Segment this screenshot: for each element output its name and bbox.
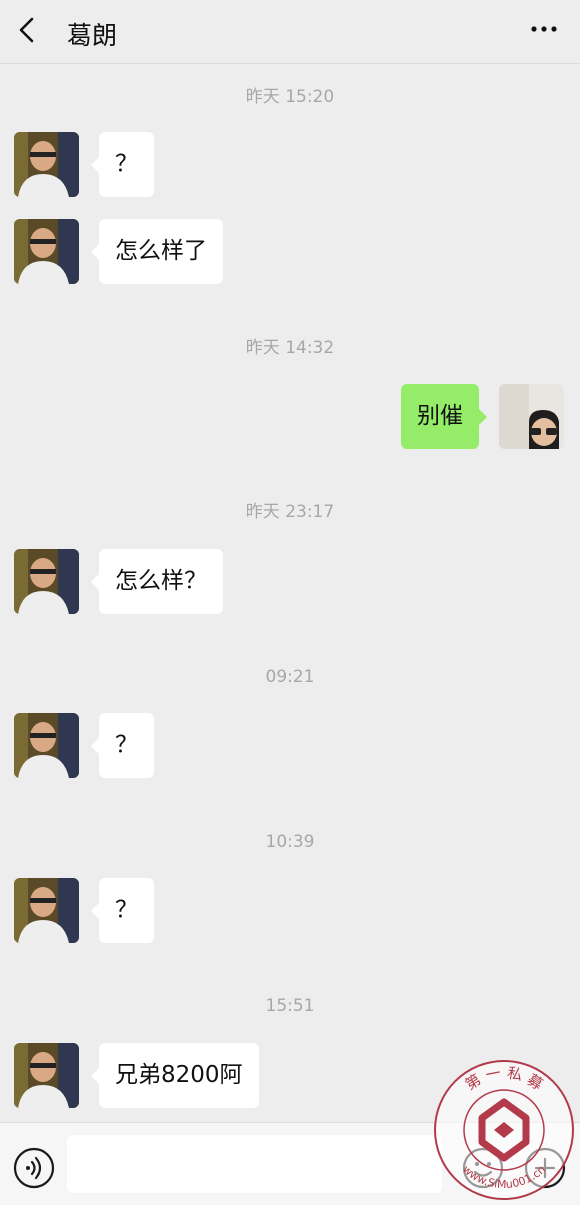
message-bubble-incoming[interactable]: 兄弟8200阿 (91, 1043, 259, 1108)
timestamp: 15:51 (265, 996, 315, 1016)
message-bubble-incoming[interactable]: ？ (91, 878, 154, 943)
message-bubble-incoming[interactable]: ？ (91, 132, 154, 197)
contact-avatar[interactable] (14, 132, 79, 197)
contact-avatar[interactable] (14, 219, 79, 284)
voice-icon (13, 1147, 55, 1189)
chevron-left-icon (19, 17, 34, 43)
message-bubble-outgoing[interactable]: 别催 (401, 384, 487, 449)
more-dots-icon (531, 26, 557, 32)
message-bubble-incoming[interactable]: 怎么样了 (91, 219, 223, 284)
timestamp: 昨天 23:17 (245, 502, 335, 522)
message-list[interactable]: 昨天 15:20 ？ 怎么样了 昨天 14:32 别催 昨天 23:17 怎么样… (0, 64, 580, 1122)
message-input[interactable] (67, 1135, 442, 1193)
timestamp: 昨天 15:20 (245, 87, 335, 107)
contact-avatar[interactable] (14, 878, 79, 943)
more-options-button[interactable] (524, 14, 564, 50)
watermark-logo: 第 一 私 募 www.SiMu001.cn (432, 1058, 576, 1202)
timestamp: 10:39 (265, 832, 315, 852)
contact-avatar[interactable] (14, 549, 79, 614)
timestamp: 昨天 14:32 (245, 338, 335, 358)
chat-title: 葛朗 (67, 21, 118, 50)
user-avatar[interactable] (499, 384, 564, 449)
message-bubble-incoming[interactable]: ？ (91, 713, 154, 778)
timestamp: 09:21 (265, 667, 315, 687)
back-button[interactable] (12, 12, 52, 52)
voice-button[interactable] (13, 1147, 55, 1189)
chat-header: 葛朗 (0, 0, 580, 64)
message-bubble-incoming[interactable]: 怎么样？ (91, 549, 223, 614)
contact-avatar[interactable] (14, 1043, 79, 1108)
contact-avatar[interactable] (14, 713, 79, 778)
